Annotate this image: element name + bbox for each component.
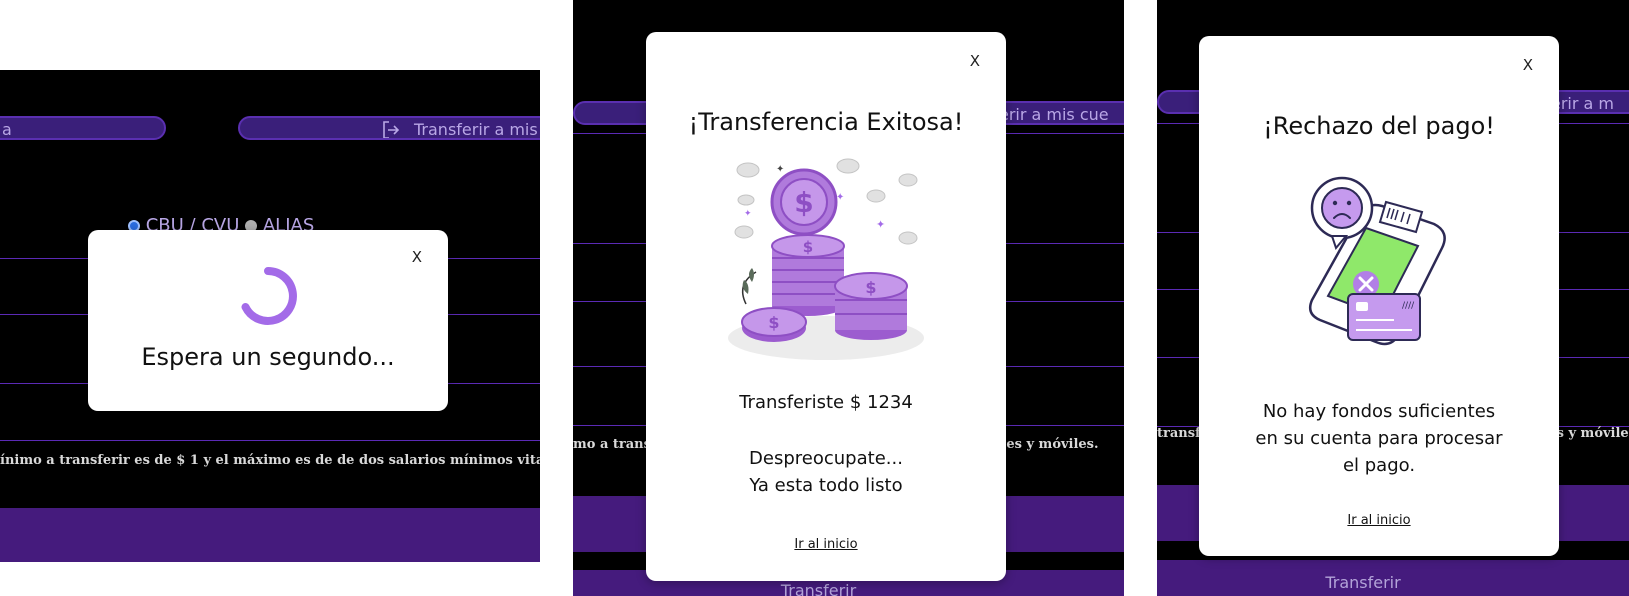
- success-title: ¡Transferencia Exitosa!: [688, 108, 964, 136]
- loading-message: Espera un segundo...: [141, 343, 395, 371]
- rejected-message-line3: el pago.: [1342, 455, 1416, 476]
- transfer-button-label: Transferir: [780, 581, 857, 596]
- close-button[interactable]: X: [970, 52, 980, 70]
- rejected-modal: X ¡Rechazo del pago! //// No hay fondos …: [1199, 36, 1559, 556]
- coins-illustration-icon: ✦ ✦ ✦ ✦ $ $ $ $: [728, 158, 924, 360]
- go-home-link[interactable]: Ir al inicio: [646, 537, 1006, 552]
- rejected-message-line1: No hay fondos suficientes: [1262, 401, 1496, 422]
- screen-loading: a Transferir a mis CBU / CVU ALIAS ínimo…: [0, 70, 540, 562]
- transfer-limit-note-end: ales y móviles.: [993, 437, 1099, 452]
- transfer-button[interactable]: [0, 508, 540, 562]
- payment-rejected-illustration-icon: ////: [1309, 176, 1446, 346]
- svg-text:////: ////: [1402, 301, 1415, 311]
- loading-spinner-icon: [241, 267, 297, 325]
- svg-text:$: $: [865, 278, 876, 297]
- success-modal: X ¡Transferencia Exitosa! ✦ ✦ ✦ ✦ $ $ $ …: [646, 32, 1006, 581]
- go-home-link[interactable]: Ir al inicio: [1199, 513, 1559, 528]
- svg-text:$: $: [768, 313, 779, 332]
- search-input-text: a: [2, 120, 12, 139]
- success-amount: Transferiste $ 1234: [739, 392, 913, 413]
- logout-arrow-icon: [380, 118, 402, 138]
- transfer-limit-note: ínimo a transferir es de $ 1 y el máximo…: [0, 453, 540, 468]
- svg-text:✦: ✦: [744, 209, 752, 219]
- rejected-message-line2: en su cuenta para procesar: [1255, 428, 1503, 449]
- transfer-button-secondary[interactable]: Transferir: [1157, 560, 1629, 596]
- screen-success: sferir a mis cue mo a transfe ales y móv…: [573, 0, 1124, 596]
- success-message-line2: Ya esta todo listo: [749, 475, 903, 496]
- search-input[interactable]: a: [0, 116, 166, 140]
- svg-text:✦: ✦: [876, 218, 885, 231]
- transfer-own-accounts-label: Transferir a mis: [414, 120, 538, 139]
- success-message-line1: Despreocupate...: [749, 448, 903, 469]
- svg-text:$: $: [803, 238, 813, 256]
- transfer-own-accounts-button[interactable]: Transferir a mis: [238, 116, 540, 140]
- loading-modal: X Espera un segundo...: [88, 230, 448, 411]
- svg-text:✦: ✦: [776, 164, 784, 175]
- transfer-button-label: Transferir: [1325, 573, 1401, 592]
- rejected-title: ¡Rechazo del pago!: [1263, 112, 1495, 140]
- divider: [0, 440, 540, 441]
- screen-rejected: sferir a m transfe ales y móvile Transfe…: [1157, 0, 1629, 596]
- close-button[interactable]: X: [1523, 56, 1533, 74]
- close-button[interactable]: X: [412, 248, 422, 266]
- svg-text:$: $: [794, 186, 813, 219]
